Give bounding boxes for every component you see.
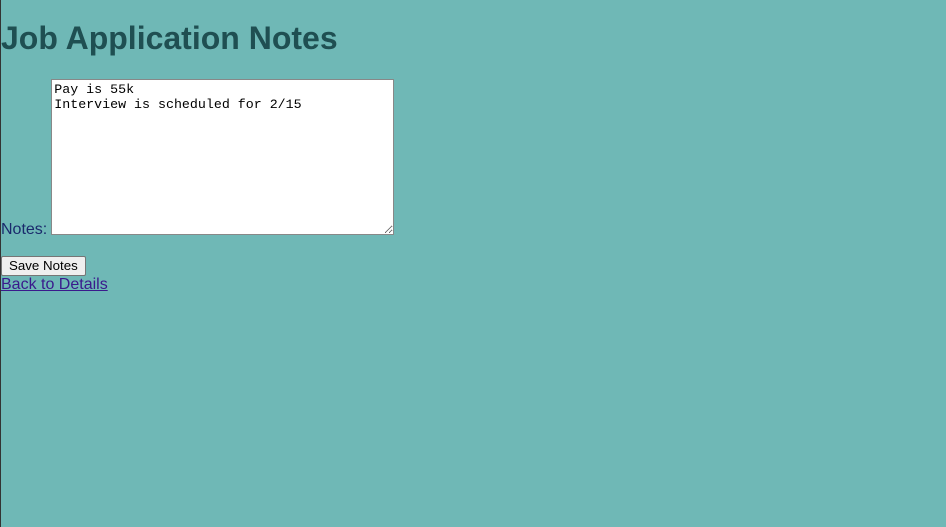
notes-textarea[interactable]: Pay is 55k Interview is scheduled for 2/…: [51, 79, 395, 235]
notes-label: Notes:: [1, 221, 48, 238]
page-title: Job Application Notes: [1, 20, 338, 56]
save-notes-button[interactable]: Save Notes: [1, 256, 86, 276]
back-to-details-link[interactable]: Back to Details: [1, 276, 108, 294]
notes-form-row: Notes: Pay is 55k Interview is scheduled…: [1, 79, 395, 238]
